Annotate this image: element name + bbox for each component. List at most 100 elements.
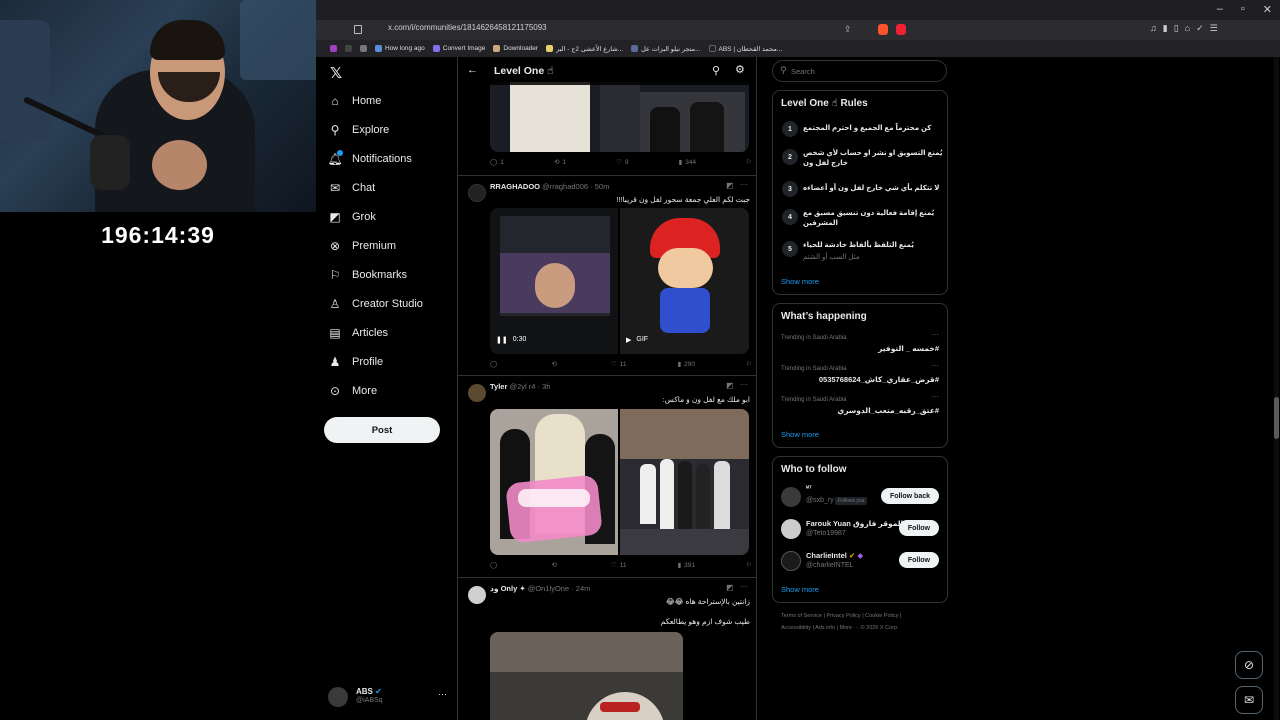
more-dots-icon[interactable]: ··· bbox=[931, 330, 939, 339]
tweet-author-name[interactable]: ود Only ✦ bbox=[490, 584, 526, 593]
brave-shield-icon[interactable] bbox=[878, 24, 888, 35]
repost-button[interactable]: ⟲ bbox=[551, 561, 559, 569]
trend-hashtag[interactable]: #عتق_رقبه_متعب_الدوسري bbox=[837, 406, 939, 415]
reply-button[interactable]: ◯ bbox=[490, 360, 500, 368]
post-button[interactable]: Post bbox=[324, 417, 440, 443]
bookmark-page-icon[interactable] bbox=[354, 25, 362, 34]
play-icon[interactable]: ▶ bbox=[626, 336, 631, 344]
views-stat[interactable]: ▮ 391 bbox=[678, 561, 695, 570]
maximize-icon[interactable]: ▫ bbox=[1241, 3, 1245, 16]
follow-show-more[interactable]: Show more bbox=[781, 585, 819, 594]
like-button[interactable]: ♡ 11 bbox=[611, 360, 627, 369]
nav-home[interactable]: ⌂ Home bbox=[328, 94, 381, 108]
pause-icon[interactable]: ❚❚ bbox=[496, 336, 508, 344]
views-stat[interactable]: ▮ 290 bbox=[678, 360, 695, 369]
bookmark-item[interactable]: شارع الأعشى 2ج - البر... bbox=[546, 45, 623, 53]
follow-back-button[interactable]: Follow back bbox=[880, 488, 939, 504]
footer-links[interactable]: Terms of Service | Privacy Policy | Cook… bbox=[781, 613, 901, 619]
trend-hashtag[interactable]: #خمسه _ التوفير bbox=[878, 344, 939, 353]
bookmark-item[interactable]: How long ago bbox=[375, 45, 425, 52]
tweet-media-image[interactable] bbox=[490, 82, 749, 152]
nav-explore[interactable]: ⚲ Explore bbox=[328, 123, 390, 137]
follow-name[interactable]: ᴹᵀ bbox=[806, 486, 812, 492]
scrollbar-thumb[interactable] bbox=[1274, 397, 1279, 439]
bookmark-item[interactable]: ABS | محمد القحطان... bbox=[708, 45, 782, 53]
bookmark-icon[interactable]: ⚐ bbox=[746, 360, 752, 368]
trending-show-more[interactable]: Show more bbox=[781, 430, 819, 439]
bookmark-item[interactable]: Convert Image bbox=[432, 45, 485, 52]
nav-premium[interactable]: ⊗ Premium bbox=[328, 239, 396, 253]
avatar[interactable] bbox=[781, 551, 801, 571]
bookmark-icon[interactable]: ⚐ bbox=[746, 158, 752, 166]
share-icon[interactable]: ⇪ bbox=[844, 24, 852, 35]
reply-button[interactable]: ◯ bbox=[490, 561, 500, 569]
more-dots-icon[interactable]: ··· bbox=[931, 361, 939, 370]
nav-creator-studio[interactable]: ♙ Creator Studio bbox=[328, 297, 423, 311]
follow-name[interactable]: CharlieIntel ✔ ◆ bbox=[806, 551, 863, 560]
views-stat[interactable]: ▮ 344 bbox=[679, 158, 696, 167]
nav-grok[interactable]: ◩ Grok bbox=[328, 210, 376, 224]
bookmark-favicon-icon[interactable] bbox=[360, 45, 367, 52]
like-button[interactable]: ♡ 9 bbox=[616, 158, 628, 167]
more-dots-icon[interactable]: ··· bbox=[438, 689, 447, 699]
avatar[interactable] bbox=[468, 384, 486, 402]
nav-notifications[interactable]: 🔔︎ Notifications bbox=[327, 150, 412, 166]
reply-button[interactable]: ◯ 1 bbox=[490, 158, 504, 167]
settings-gear-icon[interactable]: ⚙ bbox=[735, 63, 745, 76]
tweet-gif[interactable]: ▶ GIF bbox=[620, 208, 749, 354]
bookmark-favicon-icon[interactable] bbox=[330, 45, 337, 52]
x-logo-icon[interactable]: 𝕏 bbox=[330, 64, 342, 82]
tweet-video[interactable]: ❚❚ 0:30 bbox=[490, 208, 618, 354]
scrollbar[interactable] bbox=[1274, 57, 1279, 720]
nav-more[interactable]: ⊙ More bbox=[328, 384, 377, 398]
nav-articles[interactable]: ▤ Articles bbox=[328, 326, 388, 340]
tweet-media-image[interactable] bbox=[490, 409, 618, 555]
url-bar[interactable]: x.com/i/communities/1814626458121175093 bbox=[388, 23, 547, 32]
tweet-media-image[interactable] bbox=[620, 409, 749, 555]
trend-hashtag[interactable]: #قرض_عقاري_كاش_0535768624 bbox=[819, 375, 939, 384]
grok-icon[interactable]: ◩ bbox=[726, 381, 734, 390]
more-dots-icon[interactable]: ··· bbox=[931, 392, 939, 401]
avatar[interactable] bbox=[468, 586, 486, 604]
like-button[interactable]: ♡ 11 bbox=[611, 561, 627, 570]
brave-rewards-icon[interactable] bbox=[896, 24, 906, 35]
bookmark-favicon-icon[interactable] bbox=[345, 45, 352, 52]
grok-icon[interactable]: ◩ bbox=[726, 583, 734, 592]
footer-links-2[interactable]: Accessibility | Ads info | More ··· © 20… bbox=[781, 625, 899, 631]
minimize-icon[interactable]: – bbox=[1217, 3, 1223, 16]
tweet-media-image[interactable] bbox=[490, 632, 683, 720]
bookmark-item[interactable]: Downloader bbox=[493, 45, 538, 52]
search-icon[interactable]: ⚲ bbox=[712, 64, 720, 77]
repost-button[interactable]: ⟲ bbox=[551, 360, 559, 368]
repost-button[interactable]: ⟲ 1 bbox=[554, 158, 566, 167]
follow-name[interactable]: Farouk Yuan الموقر فاروق bbox=[806, 519, 903, 528]
avatar[interactable] bbox=[468, 184, 486, 202]
more-dots-icon[interactable]: ··· bbox=[740, 380, 748, 389]
nav-bookmarks[interactable]: ⚐ Bookmarks bbox=[328, 268, 407, 282]
tweet-author-name[interactable]: Tyler bbox=[490, 382, 507, 391]
account-switcher[interactable]: ABS ✔ @iABSq ··· bbox=[328, 685, 458, 709]
more-dots-icon[interactable]: ··· bbox=[740, 582, 748, 591]
search-box[interactable]: ⚲ Search bbox=[772, 60, 947, 82]
close-icon[interactable]: ✕ bbox=[1263, 3, 1272, 16]
nav-chat[interactable]: ✉ Chat bbox=[328, 181, 375, 195]
follow-button[interactable]: Follow bbox=[898, 520, 939, 536]
rules-show-more[interactable]: Show more bbox=[781, 277, 819, 286]
more-dots-icon[interactable]: ··· bbox=[740, 180, 748, 189]
grok-icon[interactable]: ◩ bbox=[726, 181, 734, 190]
avatar[interactable] bbox=[781, 519, 801, 539]
avatar[interactable] bbox=[781, 487, 801, 507]
nav-profile[interactable]: ♟ Profile bbox=[328, 355, 384, 369]
grok-float-button[interactable]: ⊘ bbox=[1235, 651, 1263, 679]
messages-float-button[interactable]: ✉ bbox=[1235, 686, 1263, 714]
tweet[interactable]: RRAGHADOO @rraghad006 · 50m ◩ ··· جبت لك… bbox=[458, 176, 756, 376]
follow-button[interactable]: Follow bbox=[898, 552, 939, 568]
tweet-author-name[interactable]: RRAGHADOO bbox=[490, 182, 540, 191]
bookmark-item[interactable]: متجر نيلو البزات عل... bbox=[631, 45, 701, 53]
search-input[interactable]: Search bbox=[791, 67, 815, 76]
tweet[interactable]: Tyler @2yl r4 · 3h ◩ ··· ابو ملك مع لفل … bbox=[458, 376, 756, 578]
extensions-icons[interactable]: ♫▮▯⌂✓☰ bbox=[1150, 23, 1224, 34]
back-arrow-icon[interactable]: ← bbox=[467, 64, 478, 76]
bookmark-icon[interactable]: ⚐ bbox=[746, 561, 752, 569]
tweet[interactable]: ود Only ✦ @On1lyOne · 24m ◩ ··· زانتين ب… bbox=[458, 578, 756, 720]
